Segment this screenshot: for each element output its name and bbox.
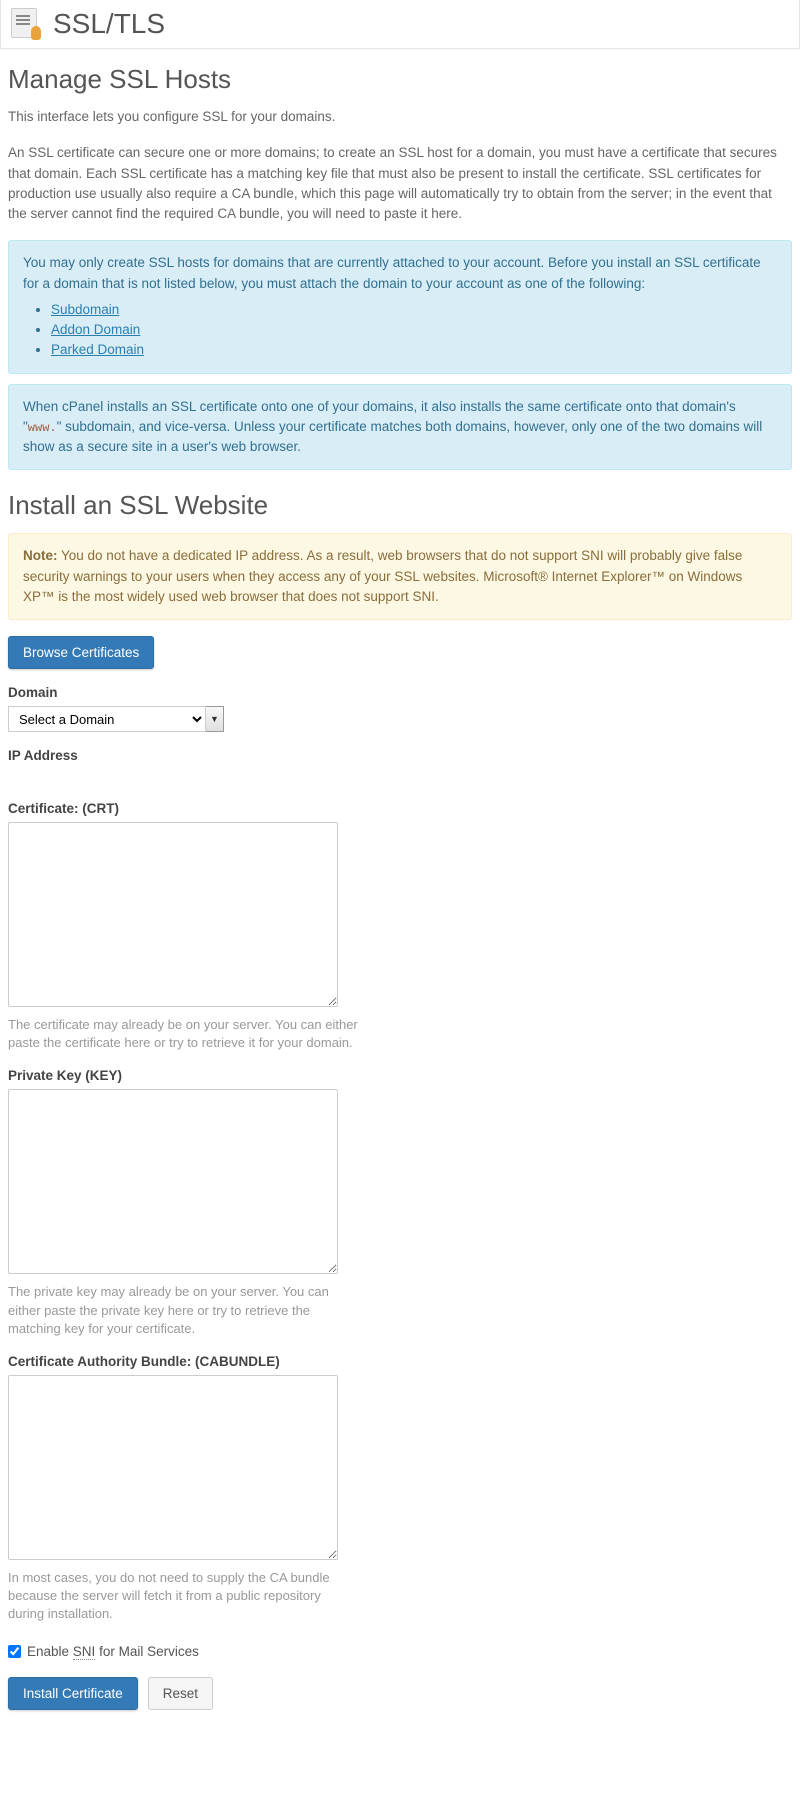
manage-description: An SSL certificate can secure one or mor… [8,143,792,224]
link-addon-domain[interactable]: Addon Domain [51,322,140,337]
note-text: You do not have a dedicated IP address. … [23,548,742,604]
info-box-domains: You may only create SSL hosts for domain… [8,240,792,373]
install-heading: Install an SSL Website [8,490,792,521]
certificate-help: The certificate may already be on your s… [8,1016,358,1052]
private-key-label: Private Key (KEY) [8,1068,792,1083]
domain-select[interactable]: Select a Domain [8,706,206,732]
enable-sni-checkbox[interactable] [8,1645,21,1658]
ca-bundle-help: In most cases, you do not need to supply… [8,1569,358,1624]
www-mono: www. [28,421,57,435]
certificate-label: Certificate: (CRT) [8,801,792,816]
sni-label: Enable SNI for Mail Services [27,1644,199,1659]
link-subdomain[interactable]: Subdomain [51,302,119,317]
info-text: You may only create SSL hosts for domain… [23,255,761,290]
ip-address-label: IP Address [8,748,792,763]
install-certificate-button[interactable]: Install Certificate [8,1677,138,1710]
browse-certificates-button[interactable]: Browse Certificates [8,636,154,669]
link-parked-domain[interactable]: Parked Domain [51,342,144,357]
ssl-cert-icon [11,8,43,40]
domain-label: Domain [8,685,792,700]
ca-bundle-label: Certificate Authority Bundle: (CABUNDLE) [8,1354,792,1369]
reset-button[interactable]: Reset [148,1677,213,1710]
chevron-down-icon[interactable]: ▼ [206,706,224,732]
manage-intro: This interface lets you configure SSL fo… [8,107,792,127]
warning-box-sni: Note: You do not have a dedicated IP add… [8,533,792,620]
certificate-textarea[interactable] [8,822,338,1007]
info-box-www: When cPanel installs an SSL certificate … [8,384,792,471]
page-title: SSL/TLS [53,8,165,40]
private-key-textarea[interactable] [8,1089,338,1274]
private-key-help: The private key may already be on your s… [8,1283,358,1338]
page-header: SSL/TLS [0,0,800,49]
manage-heading: Manage SSL Hosts [8,64,792,95]
ca-bundle-textarea[interactable] [8,1375,338,1560]
note-label: Note: [23,548,58,563]
ip-address-value [8,769,88,785]
